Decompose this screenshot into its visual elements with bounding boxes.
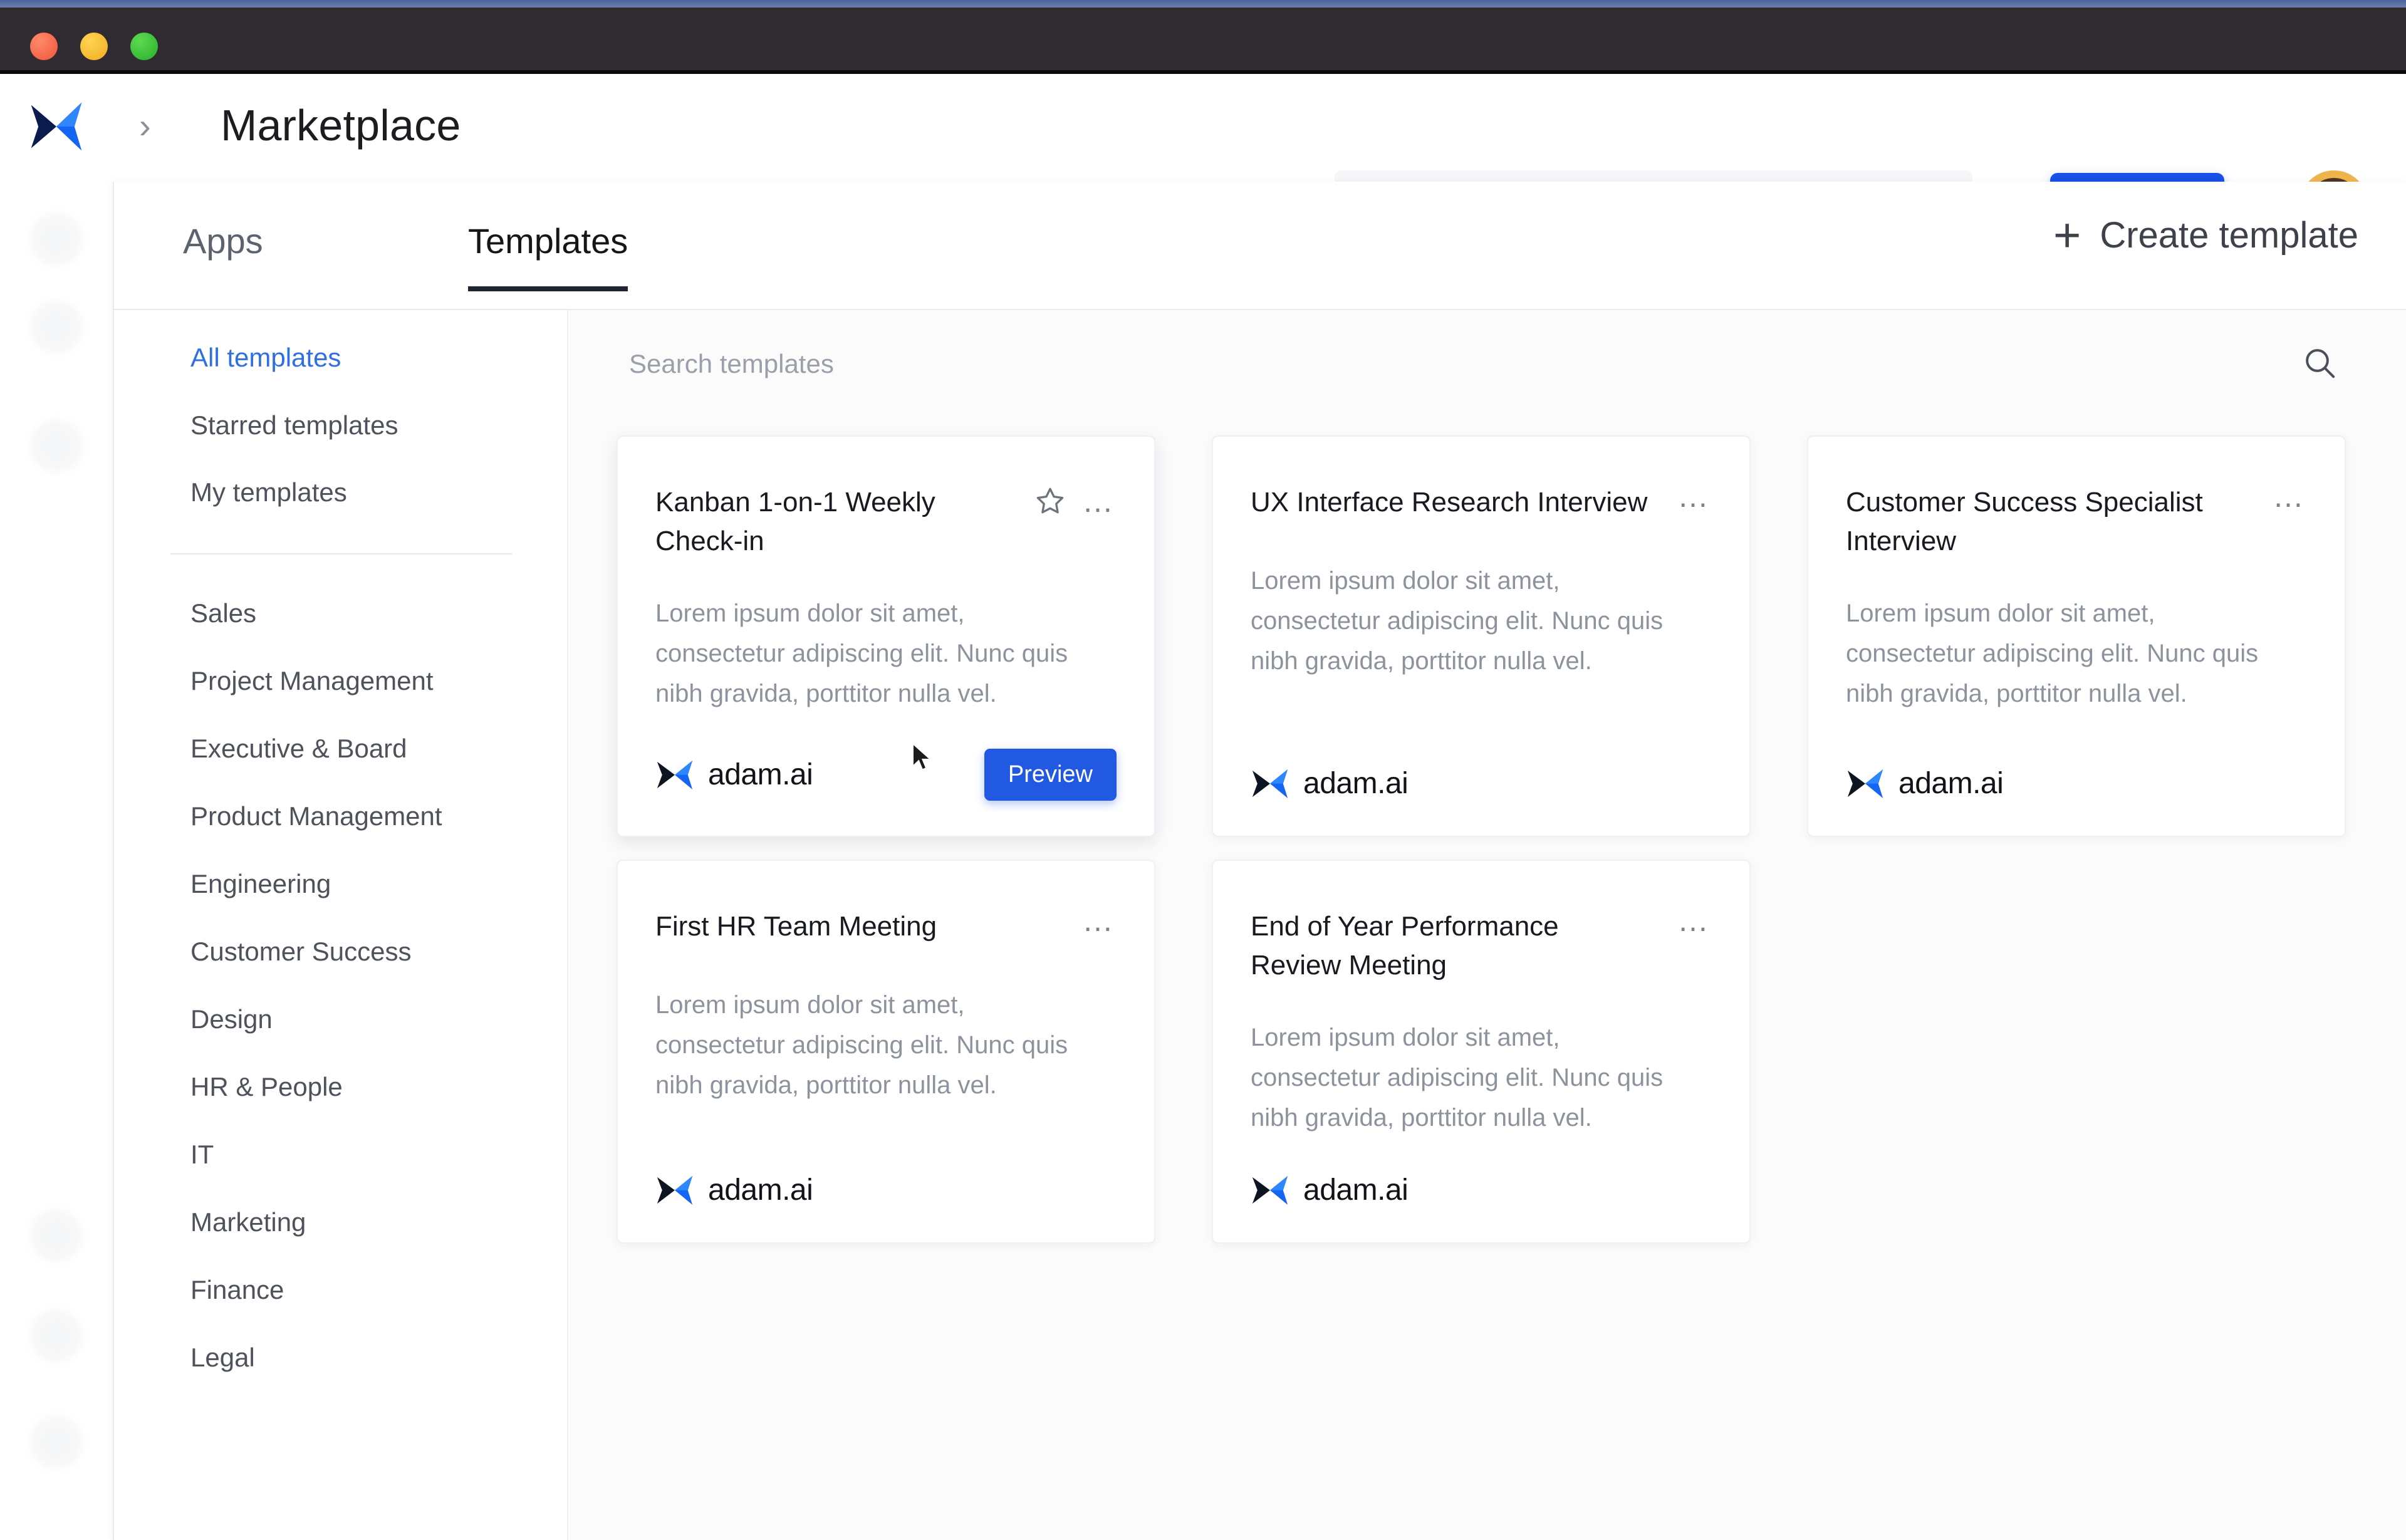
template-card-header: End of Year Performance Review Meeting … <box>1251 905 1712 985</box>
template-card[interactable]: UX Interface Research Interview … Lorem … <box>1212 435 1751 837</box>
page-title: Marketplace <box>221 101 461 150</box>
tab-apps[interactable]: Apps <box>183 221 263 286</box>
traffic-lights <box>30 33 158 60</box>
search-icon[interactable] <box>2302 345 2337 380</box>
rail-icon-2[interactable] <box>30 301 83 353</box>
template-card-footer: adam.ai <box>1251 1138 1712 1207</box>
template-card-vendor: adam.ai <box>1251 766 1409 801</box>
templates-sidebar: All templates Starred templates My templ… <box>114 310 568 1540</box>
template-card[interactable]: First HR Team Meeting … Lorem ipsum dolo… <box>617 860 1155 1244</box>
sidebar-item-my-templates[interactable]: My templates <box>190 477 347 507</box>
sidebar-category-finance[interactable]: Finance <box>190 1275 284 1305</box>
template-card-actions: … <box>1082 905 1117 936</box>
templates-content: Search templates Kanban 1-on-1 Weekly Ch… <box>570 310 2406 1540</box>
template-card-actions: … <box>1677 481 1712 512</box>
template-card-vendor: adam.ai <box>655 757 813 792</box>
sidebar-category-design[interactable]: Design <box>190 1004 273 1034</box>
breadcrumb-chevron-icon: › <box>139 106 151 145</box>
template-card-menu-icon[interactable]: … <box>1677 905 1712 936</box>
preview-button[interactable]: Preview <box>984 749 1117 801</box>
template-card-vendor: adam.ai <box>1846 766 2004 801</box>
template-card-description: Lorem ipsum dolor sit amet, consectetur … <box>655 600 1068 707</box>
template-card-vendor: adam.ai <box>1251 1173 1409 1207</box>
adam-ai-logo-icon <box>657 760 693 789</box>
sidebar-category-project-management[interactable]: Project Management <box>190 666 434 696</box>
sidebar-item-starred-templates[interactable]: Starred templates <box>190 410 398 440</box>
template-card[interactable]: Kanban 1-on-1 Weekly Check-in … Lorem ip… <box>617 435 1155 837</box>
template-card-description: Lorem ipsum dolor sit amet, consectetur … <box>1251 567 1664 675</box>
template-card[interactable]: End of Year Performance Review Meeting …… <box>1212 860 1751 1244</box>
sidebar-category-hr-and-people[interactable]: HR & People <box>190 1072 343 1102</box>
template-card-actions: … <box>2273 481 2307 512</box>
sidebar-category-marketing[interactable]: Marketing <box>190 1207 306 1237</box>
rail-icon-1[interactable] <box>30 213 83 266</box>
create-template-label: Create template <box>2100 215 2358 256</box>
template-card-vendor-name: adam.ai <box>708 758 813 791</box>
search-templates-input[interactable]: Search templates <box>629 349 834 379</box>
sidebar-category-sales[interactable]: Sales <box>190 598 256 628</box>
template-card-vendor-name: adam.ai <box>1303 767 1409 800</box>
template-search-row: Search templates <box>570 310 2406 423</box>
sidebar-category-legal[interactable]: Legal <box>190 1343 255 1373</box>
template-card-description: Lorem ipsum dolor sit amet, consectetur … <box>1846 600 2259 707</box>
adam-ai-logo-icon <box>1252 1175 1288 1205</box>
rail-icon-4[interactable] <box>30 1209 83 1262</box>
template-card-vendor-name: adam.ai <box>1303 1173 1409 1207</box>
adam-ai-logo-icon <box>1847 769 1883 798</box>
template-card-footer: adam.ai <box>655 1138 1117 1207</box>
window-top-accent-strip <box>0 0 2406 8</box>
template-card-footer: adam.ai <box>1846 731 2307 801</box>
template-card-title: End of Year Performance Review Meeting <box>1251 911 1559 981</box>
sidebar-category-executive-and-board[interactable]: Executive & Board <box>190 734 407 764</box>
star-icon[interactable] <box>1034 486 1066 517</box>
sidebar-divider <box>170 553 512 554</box>
close-window-button[interactable] <box>30 33 58 60</box>
template-card-menu-icon[interactable]: … <box>2273 481 2307 512</box>
sidebar-category-engineering[interactable]: Engineering <box>190 869 331 899</box>
sidebar-item-all-templates[interactable]: All templates <box>190 343 341 373</box>
template-card-header: Kanban 1-on-1 Weekly Check-in … <box>655 483 1117 561</box>
template-card-vendor-name: adam.ai <box>708 1173 813 1207</box>
app-header: › Marketplace + Create <box>0 78 2406 239</box>
template-card-title: Customer Success Specialist Interview <box>1846 487 2203 556</box>
sidebar-category-customer-success[interactable]: Customer Success <box>190 937 411 967</box>
template-card-description: Lorem ipsum dolor sit amet, consectetur … <box>1251 1024 1664 1132</box>
marketplace-tabs: Apps Templates + Create template <box>114 182 2406 310</box>
template-card-menu-icon[interactable]: … <box>1082 905 1117 936</box>
template-card-header: First HR Team Meeting … <box>655 905 1117 952</box>
template-card-description: Lorem ipsum dolor sit amet, consectetur … <box>655 991 1068 1099</box>
template-card-vendor: adam.ai <box>655 1173 813 1207</box>
template-card-vendor-name: adam.ai <box>1898 767 2004 800</box>
mouse-cursor <box>912 742 932 771</box>
zoom-window-button[interactable] <box>130 33 158 60</box>
template-card-header: Customer Success Specialist Interview … <box>1846 481 2307 561</box>
template-card-title: First HR Team Meeting <box>655 911 937 942</box>
marketplace-panel: Apps Templates + Create template All tem… <box>113 182 2406 1540</box>
sidebar-category-product-management[interactable]: Product Management <box>190 801 442 831</box>
template-card-actions: … <box>1034 483 1117 517</box>
create-template-button[interactable]: + Create template <box>2053 208 2358 262</box>
left-app-rail <box>0 182 113 1540</box>
rail-icon-6[interactable] <box>30 1416 83 1469</box>
template-card-menu-icon[interactable]: … <box>1082 486 1117 517</box>
template-card-footer: adam.ai <box>1251 731 1712 801</box>
templates-grid: Kanban 1-on-1 Weekly Check-in … Lorem ip… <box>617 435 2371 1244</box>
sidebar-category-it[interactable]: IT <box>190 1140 214 1170</box>
template-card-header: UX Interface Research Interview … <box>1251 481 1712 528</box>
template-card-title: Kanban 1-on-1 Weekly Check-in <box>655 487 935 556</box>
minimize-window-button[interactable] <box>80 33 108 60</box>
template-card-actions: … <box>1677 905 1712 936</box>
template-card-footer: adam.ai Preview <box>655 714 1117 801</box>
adam-ai-logo-icon <box>1252 769 1288 798</box>
plus-icon: + <box>2053 208 2081 262</box>
adam-ai-logo-icon[interactable] <box>26 96 86 157</box>
template-card-menu-icon[interactable]: … <box>1677 481 1712 512</box>
template-card[interactable]: Customer Success Specialist Interview … … <box>1807 435 2346 837</box>
rail-icon-3[interactable] <box>30 420 83 472</box>
rail-icon-5[interactable] <box>30 1309 83 1362</box>
window-titlebar <box>0 8 2406 74</box>
tab-templates[interactable]: Templates <box>468 221 628 291</box>
adam-ai-logo-icon <box>657 1175 693 1205</box>
template-card-title: UX Interface Research Interview <box>1251 487 1648 518</box>
